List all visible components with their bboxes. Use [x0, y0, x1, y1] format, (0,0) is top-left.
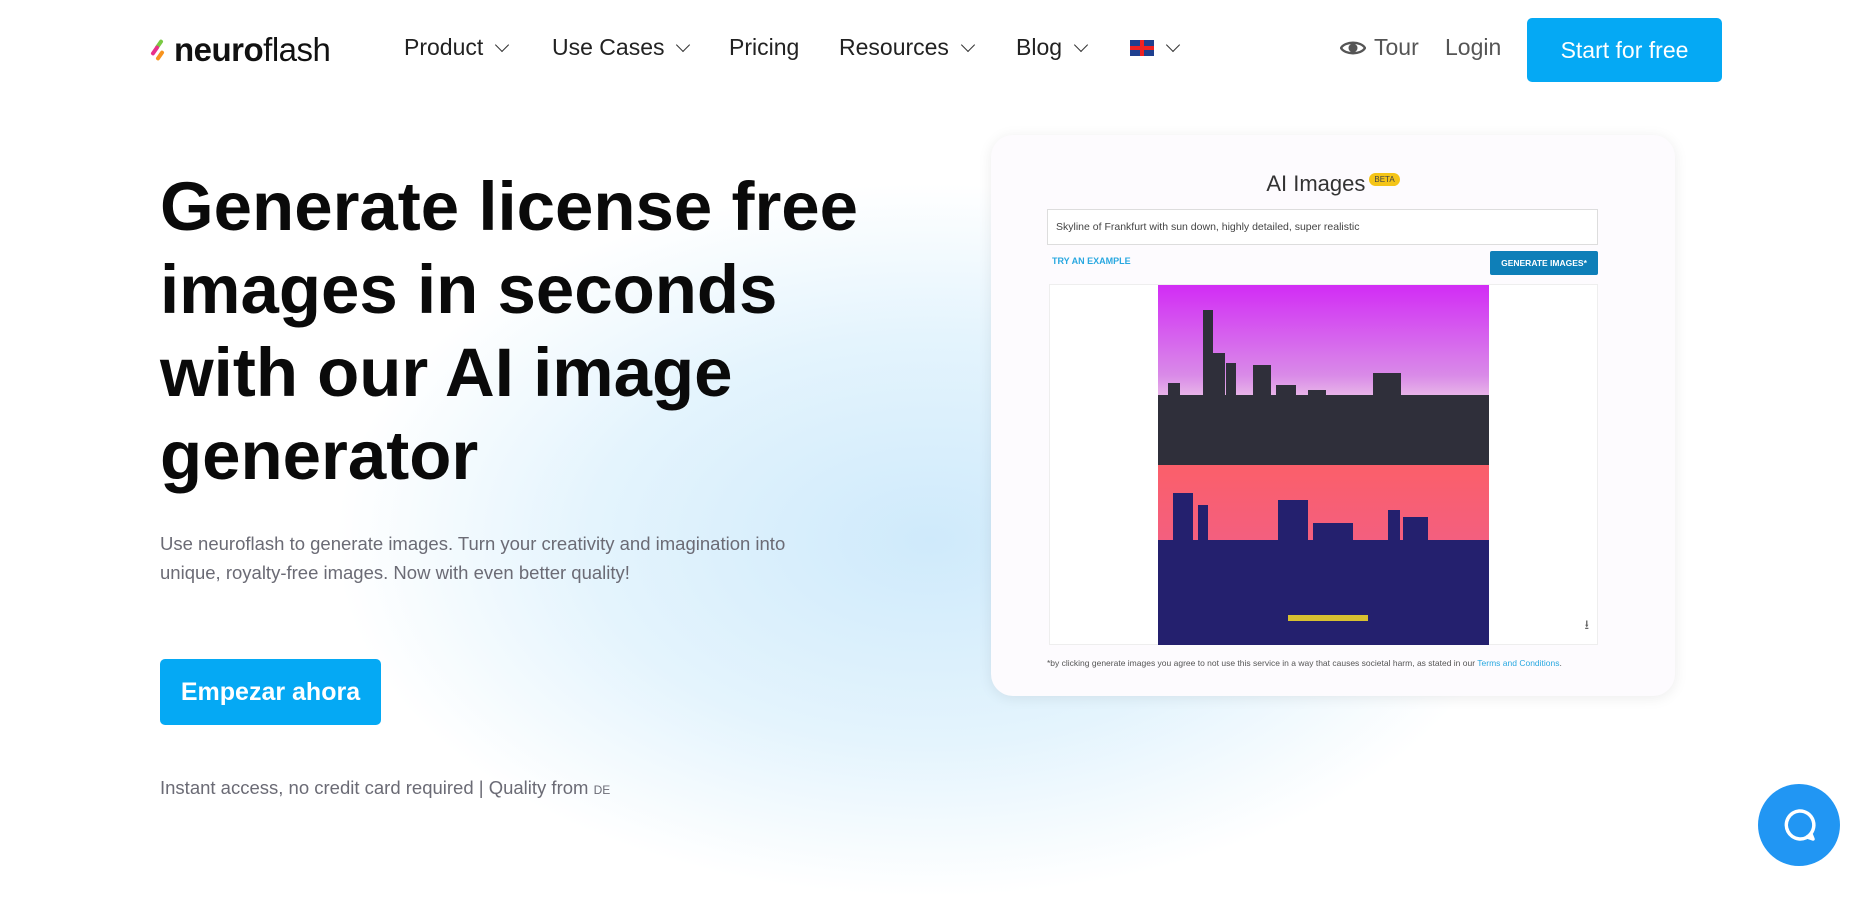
login-label: Login — [1445, 34, 1502, 60]
disclaimer-text: *by clicking generate images you agree t… — [1047, 658, 1476, 668]
chat-bubble-icon — [1784, 809, 1816, 841]
nav-product[interactable]: Product — [404, 34, 510, 61]
nav-label: Use Cases — [552, 34, 665, 60]
hero-subtitle: Use neuroflash to generate images. Turn … — [160, 533, 786, 583]
ai-images-demo-card: AI Images BETA Skyline of Frankfurt with … — [991, 135, 1675, 696]
note-text: Instant access, no credit card required … — [160, 777, 589, 798]
uk-flag-icon — [1130, 40, 1154, 56]
nav-blog[interactable]: Blog — [1016, 34, 1089, 61]
logo[interactable]: neuro flash — [148, 31, 331, 68]
image-result-panel: ⭳ — [1049, 284, 1598, 645]
nav-label: Blog — [1016, 34, 1063, 60]
tour-link[interactable]: Tour — [1340, 34, 1419, 61]
disclaimer: *by clicking generate images you agree t… — [1047, 655, 1607, 671]
start-now-button[interactable]: Empezar ahora — [160, 659, 381, 725]
nav-resources[interactable]: Resources — [839, 34, 976, 61]
hero-title: Generate license free images in seconds … — [160, 168, 859, 494]
chevron-down-icon — [676, 37, 691, 52]
beta-badge: BETA — [1369, 173, 1400, 186]
prompt-input[interactable]: Skyline of Frankfurt with sun down, high… — [1047, 209, 1598, 245]
disclaimer-end: . — [1559, 658, 1562, 668]
chevron-down-icon — [1073, 37, 1089, 52]
start-for-free-button[interactable]: Start for free — [1527, 18, 1722, 82]
logo-mark-icon — [148, 38, 170, 62]
logo-text-light: flash — [263, 31, 331, 68]
demo-title: AI Images BETA — [991, 171, 1675, 197]
download-icon[interactable]: ⭳ — [1584, 616, 1589, 638]
nav-label: Resources — [839, 34, 949, 60]
nav-label: Product — [404, 34, 484, 60]
chat-button[interactable] — [1758, 784, 1840, 866]
nav-use-cases[interactable]: Use Cases — [552, 34, 691, 61]
logo-text-bold: neuro — [174, 31, 264, 68]
language-selector[interactable] — [1130, 37, 1181, 56]
chevron-down-icon — [960, 37, 976, 52]
chevron-down-icon — [1165, 37, 1181, 53]
nav-pricing[interactable]: Pricing — [729, 34, 799, 61]
nav-label: Pricing — [729, 34, 800, 60]
terms-link[interactable]: Terms and Conditions — [1477, 658, 1559, 668]
eye-icon — [1340, 41, 1366, 54]
generate-images-button[interactable]: GENERATE IMAGES* — [1490, 251, 1598, 275]
chevron-down-icon — [495, 37, 510, 52]
demo-title-text: AI Images — [1266, 171, 1366, 196]
note-country: DE — [593, 783, 611, 797]
tour-label: Tour — [1374, 34, 1419, 60]
try-example-link[interactable]: TRY AN EXAMPLE — [1052, 256, 1131, 266]
generated-skyline-images — [1158, 285, 1489, 645]
login-link[interactable]: Login — [1445, 34, 1501, 61]
hero-note: Instant access, no credit card required … — [160, 777, 610, 799]
